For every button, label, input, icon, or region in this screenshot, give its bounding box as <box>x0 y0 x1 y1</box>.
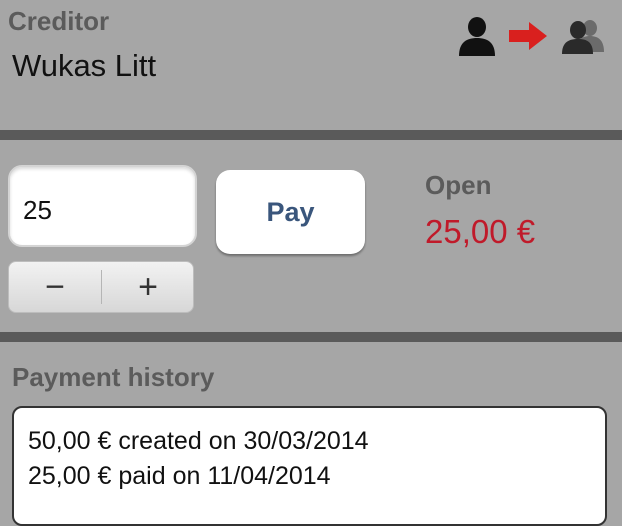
quantity-stepper: − + <box>8 261 194 313</box>
open-label: Open <box>425 170 492 200</box>
history-entry: 25,00 € paid on 11/04/2014 <box>28 462 331 490</box>
history-entry: 50,00 € created on 30/03/2014 <box>28 427 369 455</box>
group-icon <box>562 20 604 54</box>
section-divider <box>0 130 622 140</box>
decrement-button[interactable]: − <box>9 262 101 312</box>
history-label: Payment history <box>12 362 215 392</box>
pay-button[interactable]: Pay <box>216 170 365 254</box>
creditor-label: Creditor <box>8 6 110 36</box>
creditor-name: Wukas Litt <box>12 48 157 83</box>
open-amount: 25,00 € <box>425 213 536 250</box>
section-divider <box>0 332 622 342</box>
arrow-right-icon <box>509 22 547 50</box>
person-icon <box>459 17 495 56</box>
history-list: 50,00 € created on 30/03/2014 25,00 € pa… <box>12 406 607 526</box>
increment-button[interactable]: + <box>102 262 194 312</box>
amount-input[interactable]: 25 <box>8 165 197 247</box>
creditor-icons <box>455 16 605 58</box>
